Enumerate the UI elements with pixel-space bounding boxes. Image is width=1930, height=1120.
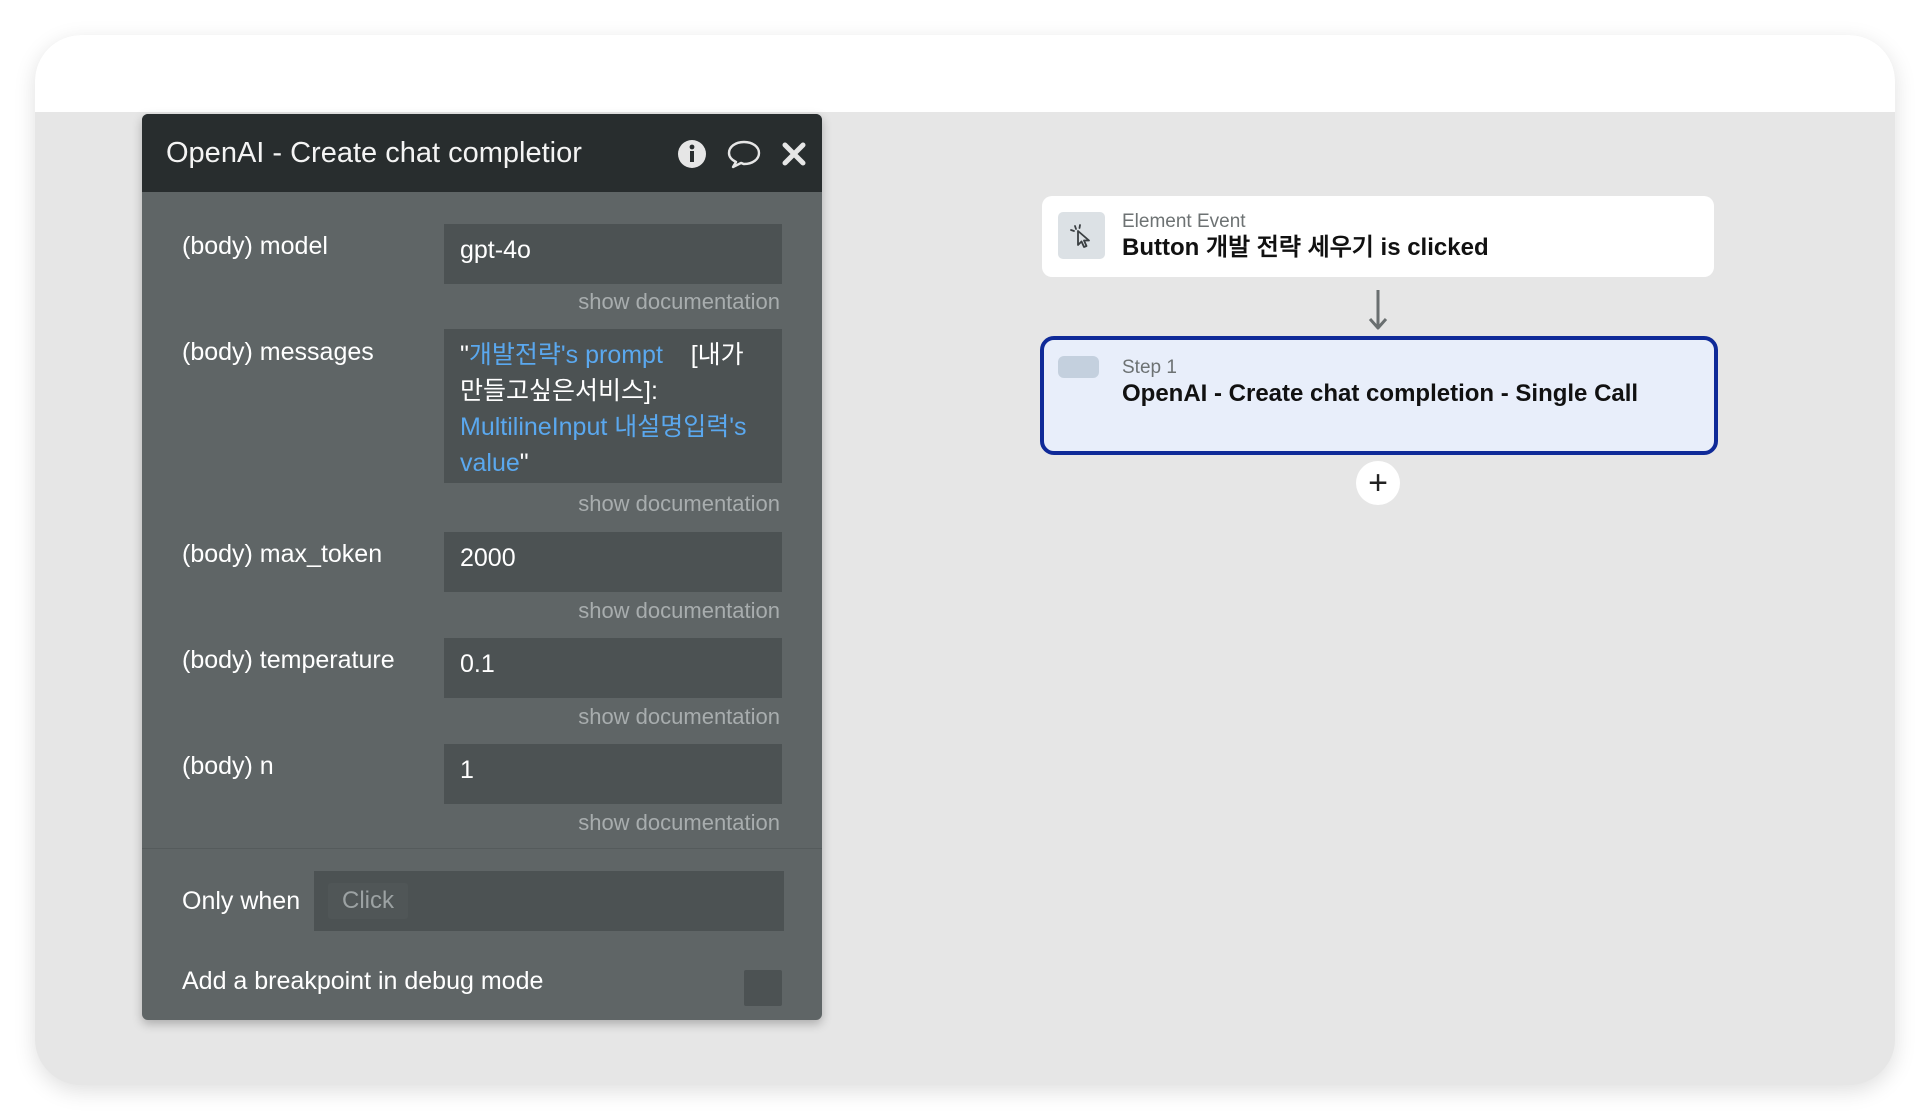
only-when-label: Only when <box>182 887 301 915</box>
show-documentation-link[interactable]: show documentation <box>578 490 780 518</box>
breakpoint-label: Add a breakpoint in debug mode <box>182 967 544 995</box>
field-label: (body) temperature <box>182 646 395 674</box>
max-token-input[interactable]: 2000 <box>444 532 782 592</box>
messages-text: " <box>460 341 469 369</box>
dynamic-expression[interactable]: MultilineInput 내설명입력's value <box>460 413 747 477</box>
messages-text: " <box>519 449 529 477</box>
field-label: (body) model <box>182 232 328 260</box>
show-documentation-link[interactable]: show documentation <box>578 703 780 731</box>
close-icon[interactable] <box>776 136 812 172</box>
n-input[interactable]: 1 <box>444 744 782 804</box>
comment-icon[interactable] <box>726 136 762 172</box>
action-property-editor: OpenAI - Create chat completior (body) m… <box>142 114 822 1020</box>
step-title: OpenAI - Create chat completion - Single… <box>1122 380 1639 407</box>
arrow-down-icon <box>1368 290 1388 330</box>
info-icon[interactable] <box>674 136 710 172</box>
cursor-click-icon <box>1058 212 1105 259</box>
top-bar <box>35 35 1895 112</box>
only-when-condition-input[interactable]: Click <box>314 871 784 931</box>
show-documentation-link[interactable]: show documentation <box>578 809 780 837</box>
event-title: Button 개발 전략 세우기 is clicked <box>1122 234 1489 261</box>
event-card[interactable]: Element Event Button 개발 전략 세우기 is clicke… <box>1042 196 1714 277</box>
show-documentation-link[interactable]: show documentation <box>578 288 780 316</box>
click-placeholder[interactable]: Click <box>328 883 408 919</box>
field-label: (body) max_token <box>182 540 383 568</box>
show-documentation-link[interactable]: show documentation <box>578 597 780 625</box>
field-label: (body) messages <box>182 338 374 366</box>
add-step-button[interactable]: + <box>1356 461 1400 505</box>
step-color-tag <box>1058 356 1099 378</box>
breakpoint-checkbox[interactable] <box>744 970 782 1006</box>
panel-header: OpenAI - Create chat completior <box>142 114 822 192</box>
event-type: Element Event <box>1122 211 1246 232</box>
step-label: Step 1 <box>1122 357 1177 378</box>
model-input[interactable]: gpt-4o <box>444 224 782 284</box>
panel-title: OpenAI - Create chat completior <box>166 137 582 169</box>
app-window: OpenAI - Create chat completior (body) m… <box>35 35 1895 1085</box>
step-card[interactable]: Step 1 OpenAI - Create chat completion -… <box>1040 336 1718 455</box>
field-label: (body) n <box>182 752 274 780</box>
divider <box>142 848 822 849</box>
dynamic-expression[interactable]: 개발전략's prompt <box>469 341 663 369</box>
temperature-input[interactable]: 0.1 <box>444 638 782 698</box>
messages-input[interactable]: "개발전략's prompt [내가만들고싶은서비스]: MultilineIn… <box>444 329 782 483</box>
